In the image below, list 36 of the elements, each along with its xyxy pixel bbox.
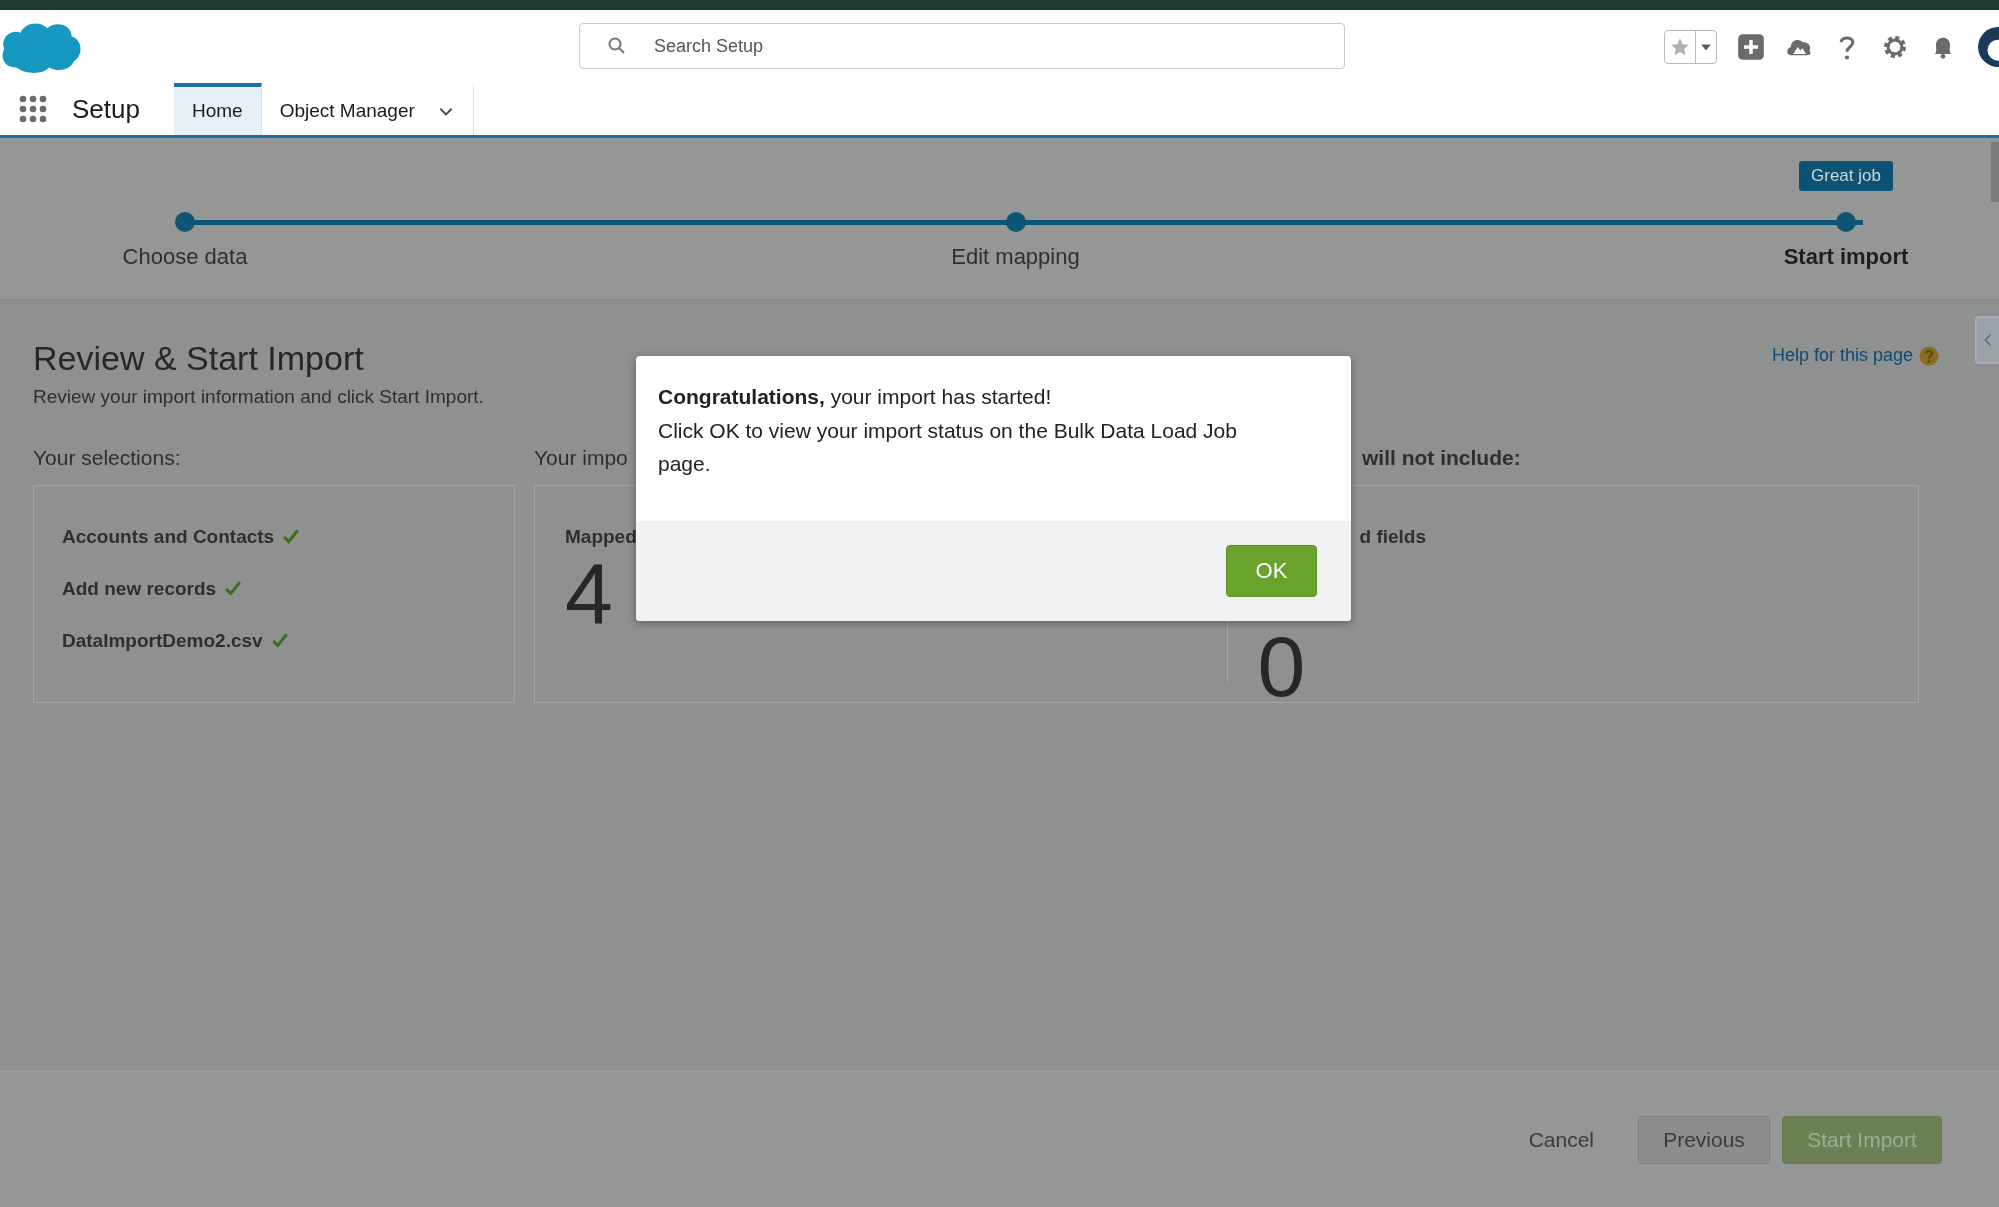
step-label: Edit mapping: [951, 244, 1080, 270]
section-heading: Your impo: [533, 446, 628, 471]
dialog-detail: Click OK to view your import status on the Bulk Data Load Job page.: [658, 417, 1238, 478]
mapped-count: 4: [565, 550, 613, 636]
step-marker[interactable]: [1836, 212, 1856, 232]
step-label: Choose data: [122, 244, 248, 270]
app-name: Setup: [72, 93, 140, 125]
help-icon: [1919, 345, 1939, 366]
selection-item: DataImportDemo2.csv: [62, 630, 263, 652]
section-heading: will not include:: [1361, 446, 1521, 471]
page-subtitle: Review your import information and click Start Import.: [33, 386, 484, 408]
app-launcher-icon[interactable]: [18, 94, 48, 124]
step-label: Start import: [1783, 244, 1909, 270]
selection-item: Accounts and Contacts: [62, 526, 275, 548]
excluded-label: d fields: [1358, 526, 1426, 548]
plus-icon[interactable]: [1737, 32, 1765, 61]
panel-toggle-button[interactable]: [1975, 316, 1999, 364]
cancel-link[interactable]: Cancel: [1496, 1115, 1626, 1164]
dialog-message: Congratulations, your import has started!: [658, 384, 1053, 410]
nav-tab[interactable]: Object Manager: [261, 83, 474, 135]
chevron-left-icon: [1984, 332, 1992, 348]
mapped-label: Mapped: [565, 526, 638, 548]
footer-button[interactable]: Start Import: [1782, 1115, 1942, 1164]
selection-item: Add new records: [62, 578, 217, 600]
page-title: Review & Start Import: [33, 339, 365, 378]
help-link[interactable]: Help for this page: [1771, 345, 1913, 366]
excluded-count: 0: [1257, 630, 1307, 704]
search-field[interactable]: Search Setup: [579, 23, 1345, 69]
step-marker[interactable]: [1005, 212, 1026, 232]
nav-tab[interactable]: Home: [173, 83, 262, 135]
footer-button[interactable]: Previous: [1638, 1115, 1770, 1164]
tooltip: Great job: [1799, 161, 1893, 191]
section-heading: Your selections:: [33, 446, 181, 471]
step-marker[interactable]: [175, 212, 195, 232]
ok-button[interactable]: OK: [1226, 544, 1317, 597]
scrollbar-thumb[interactable]: [1991, 142, 1999, 202]
